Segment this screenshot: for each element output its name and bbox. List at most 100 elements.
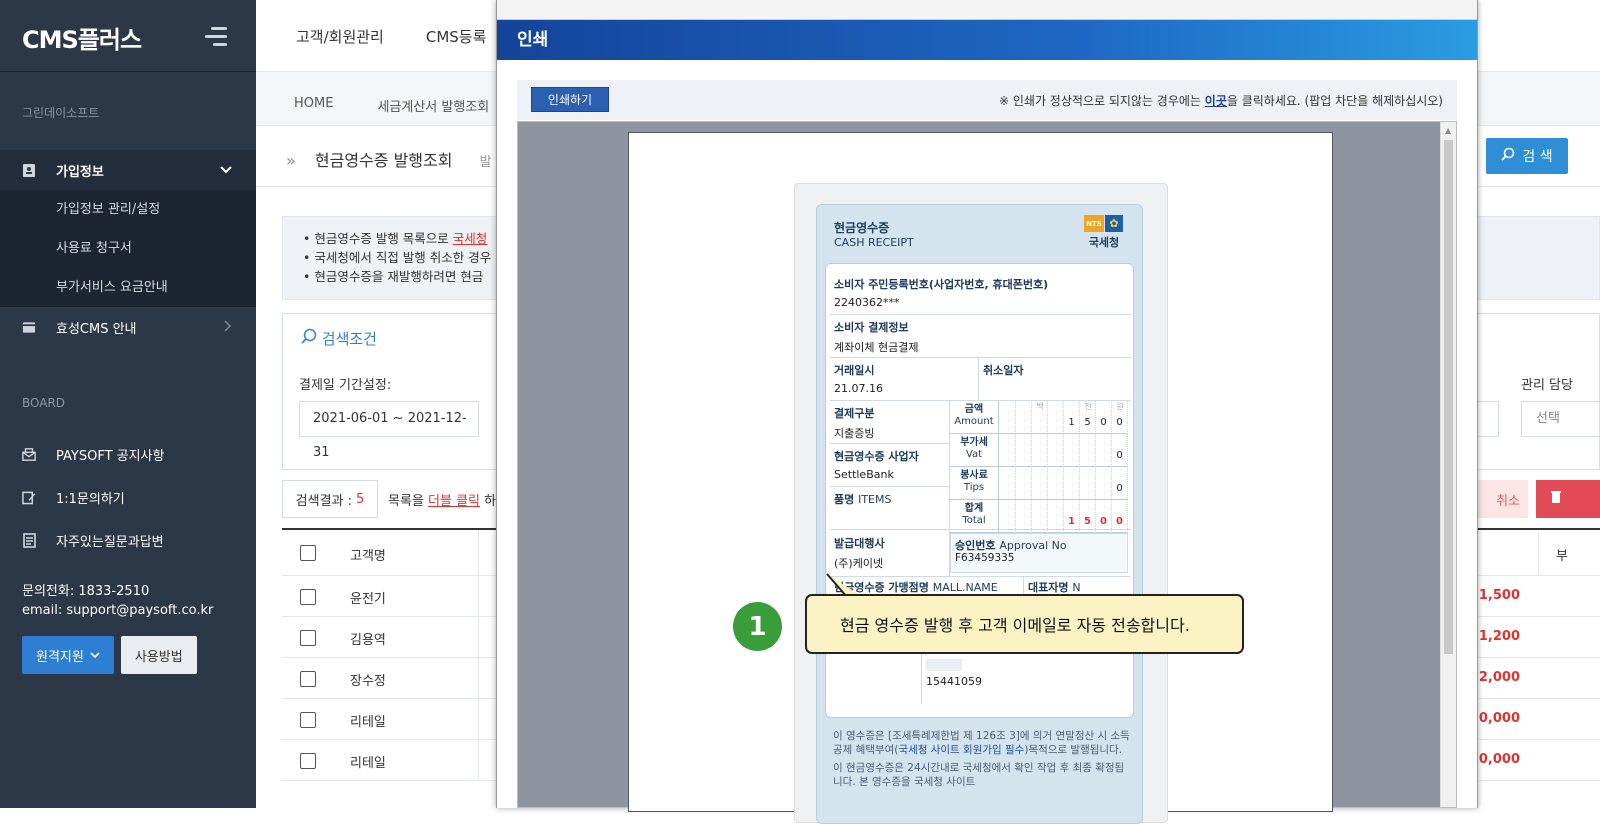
modal-title: 인쇄 bbox=[497, 20, 1477, 60]
id-card-icon bbox=[22, 163, 36, 177]
notice-link[interactable]: 국세청 bbox=[453, 231, 488, 246]
footer-note-2: 이 현금영수증은 24시간내로 국세청에서 확인 작업 후 최종 확정됩니다. … bbox=[833, 762, 1125, 788]
row-checkbox[interactable] bbox=[300, 712, 316, 728]
customer-name: 장수정 bbox=[350, 674, 386, 689]
page-title-extra: 발 bbox=[479, 155, 492, 170]
chevron-down-icon bbox=[90, 648, 100, 663]
remote-support-button[interactable]: 원격지원 bbox=[22, 636, 114, 674]
mail-icon bbox=[22, 448, 36, 462]
column-divider bbox=[478, 699, 479, 739]
sidebar-item-label: 1:1문의하기 bbox=[56, 492, 125, 507]
tooltip-callout: 현금 영수증 발행 후 고객 이메일로 자동 전송합니다. bbox=[805, 594, 1244, 654]
contact-info: 문의전화: 1833-2510 email: support@paysoft.c… bbox=[22, 582, 213, 620]
row-checkbox[interactable] bbox=[300, 753, 316, 769]
topnav-customers[interactable]: 고객/회원관리 bbox=[296, 26, 384, 47]
submenu-billing[interactable]: 사용료 청구서 bbox=[0, 229, 256, 268]
breadcrumb-home[interactable]: HOME bbox=[294, 96, 333, 115]
receipt-subtitle: CASH RECEIPT bbox=[834, 236, 914, 249]
column-divider bbox=[478, 530, 479, 575]
chevron-right-icon bbox=[224, 320, 232, 335]
results-hint: 목록을 더블 클릭 하 bbox=[388, 490, 496, 509]
customer-name: 리테일 bbox=[350, 715, 386, 730]
search-button[interactable]: 검 색 bbox=[1486, 138, 1568, 174]
agent: (주)케이넷 bbox=[834, 557, 884, 570]
receipt-footer: 이 영수증은 [조세특례제한법 제 126조 3]에 의거 연말정산 시 소득공… bbox=[833, 729, 1133, 789]
breadcrumb-tax-invoice[interactable]: 세금계산서 발행조회 bbox=[377, 96, 489, 115]
chevron-down-icon bbox=[220, 163, 232, 177]
submenu-membership-settings[interactable]: 가입정보 관리/설정 bbox=[0, 190, 256, 229]
print-help-link[interactable]: 이곳 bbox=[1205, 94, 1227, 108]
submenu-addon-pricing[interactable]: 부가서비스 요금안내 bbox=[0, 268, 256, 307]
select-all-checkbox[interactable] bbox=[300, 545, 316, 561]
sidebar-item-hyosung-cms[interactable]: 효성CMS 안내 bbox=[0, 307, 256, 347]
delete-button[interactable] bbox=[1536, 480, 1600, 518]
cancel-date-label: 취소일자 bbox=[983, 364, 1024, 377]
sidebar-item-label: 가입정보 bbox=[56, 164, 104, 180]
column-divider bbox=[1538, 530, 1539, 576]
approval-no: F63459335 bbox=[955, 552, 1015, 564]
remote-support-label: 원격지원 bbox=[36, 649, 84, 665]
agent-label: 발급대행사 bbox=[834, 537, 885, 550]
date-range-input[interactable]: 2021-06-01 ~ 2021-12-31 bbox=[299, 401, 479, 460]
preview-page: 현금영수증 CASH RECEIPT NTS ✿ 국세청 소비자 주민등록번호(… bbox=[628, 132, 1333, 824]
payment-type: 지출증빙 bbox=[834, 427, 875, 440]
wallet-icon bbox=[22, 320, 36, 334]
ceo-label: 대표자명 N bbox=[1028, 581, 1081, 594]
sidebar-item-label: PAYSOFT 공지사항 bbox=[56, 449, 165, 464]
print-toolbar: 인쇄하기 ※ 인쇄가 정상적으로 되지않는 경우에는 이곳을 클릭하세요. (팝… bbox=[517, 80, 1457, 120]
issuer: SettleBank bbox=[834, 468, 894, 481]
app-logo[interactable]: CMS플러스 bbox=[22, 20, 142, 55]
page-title-wrap: » 현금영수증 발행조회 발 bbox=[286, 147, 492, 171]
how-to-use-button[interactable]: 사용방법 bbox=[120, 636, 197, 674]
search-button-label: 검 색 bbox=[1522, 149, 1553, 165]
nts-logo: NTS ✿ 국세청 bbox=[1084, 215, 1124, 255]
amount-row-vat: 부가세 Vat 0 bbox=[950, 434, 1128, 467]
result-count-value: 5 bbox=[356, 491, 365, 507]
nts-seal-icon: ✿ bbox=[1105, 215, 1123, 232]
trade-date-label: 거래일시 bbox=[834, 364, 875, 377]
amount-units: 백천원 bbox=[1036, 402, 1124, 411]
edit-icon bbox=[22, 491, 36, 505]
menu-toggle-icon[interactable] bbox=[203, 27, 227, 47]
hint-text-end: 하 bbox=[480, 494, 497, 509]
topnav-cms-register[interactable]: CMS등록 bbox=[426, 26, 487, 47]
notice-text: 현금영수증을 재발행하려면 현금 bbox=[314, 269, 484, 284]
print-button[interactable]: 인쇄하기 bbox=[531, 87, 609, 112]
manager-select[interactable]: 선택 bbox=[1521, 401, 1600, 437]
result-count: 검색결과 :5 bbox=[282, 480, 378, 518]
print-preview[interactable]: ▲ 현금영수증 CASH RECEIPT NTS ✿ 국세청 소비자 주민등록번… bbox=[517, 121, 1457, 824]
row-checkbox[interactable] bbox=[300, 589, 316, 605]
sidebar-item-inquiry[interactable]: 1:1문의하기 bbox=[0, 476, 256, 519]
note-text: ※ 인쇄가 정상적으로 되지않는 경우에는 bbox=[999, 94, 1205, 108]
payment-info: 계좌이체 현금결제 bbox=[834, 341, 919, 354]
company-name: 그린데이소프트 bbox=[22, 106, 100, 120]
footer-note-1: 이 영수증은 [조세특례제한법 제 126조 3]에 의거 연말정산 시 소득공… bbox=[833, 730, 1130, 756]
consumer-id-label: 소비자 주민등록번호(사업자번호, 휴대폰번호) bbox=[834, 278, 1049, 291]
modal-frame-top bbox=[497, 0, 1477, 20]
preview-scrollbar[interactable]: ▲ bbox=[1440, 122, 1456, 807]
row-checkbox[interactable] bbox=[300, 671, 316, 687]
hint-link: 더블 클릭 bbox=[428, 494, 480, 509]
issuer-label: 현금영수증 사업자 bbox=[834, 450, 919, 463]
row-checkbox[interactable] bbox=[300, 630, 316, 646]
receipt-title: 현금영수증 bbox=[834, 221, 890, 235]
header-customer-name: 고객명 bbox=[350, 549, 386, 564]
cancel-issue-label: 발행 취소 bbox=[1492, 493, 1520, 509]
print-help-note: ※ 인쇄가 정상적으로 되지않는 경우에는 이곳을 클릭하세요. (팝업 차단을… bbox=[999, 92, 1443, 109]
amount: 1,200 bbox=[1478, 629, 1520, 644]
page-title: 현금영수증 발행조회 bbox=[314, 151, 453, 170]
sidebar-buttons: 원격지원 사용방법 bbox=[22, 636, 197, 674]
sidebar-item-notices[interactable]: PAYSOFT 공지사항 bbox=[0, 433, 256, 476]
column-divider bbox=[478, 576, 479, 616]
sidebar-nav: 가입정보 가입정보 관리/설정 사용료 청구서 부가서비스 요금안내 효성CMS… bbox=[0, 150, 256, 347]
sidebar-submenu: 가입정보 관리/설정 사용료 청구서 부가서비스 요금안내 bbox=[0, 190, 256, 307]
customer-name: 김용역 bbox=[350, 633, 386, 648]
document-icon bbox=[22, 533, 36, 548]
sidebar-item-membership[interactable]: 가입정보 bbox=[0, 150, 256, 190]
amount: 1,500 bbox=[1478, 588, 1520, 603]
sidebar-item-faq[interactable]: 자주있는질문과답변 bbox=[0, 519, 256, 562]
notice-text: 현금영수증 발행 목록으로 bbox=[314, 231, 453, 246]
search-conditions-title: 검색조건 bbox=[301, 328, 377, 349]
redacted-block bbox=[926, 659, 962, 671]
payment-info-label: 소비자 결제정보 bbox=[834, 321, 909, 334]
